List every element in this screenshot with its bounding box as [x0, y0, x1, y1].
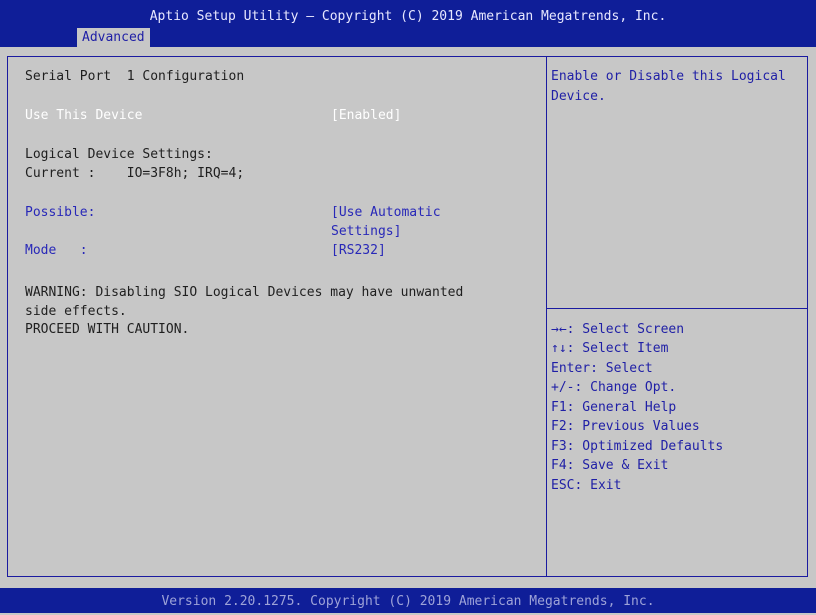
- help-description-line1: Enable or Disable this Logical: [551, 69, 786, 84]
- possible-label[interactable]: Possible:: [25, 203, 95, 222]
- key-help-select-item: ↑↓: Select Item: [551, 341, 669, 356]
- possible-value-line1[interactable]: [Use Automatic: [331, 203, 441, 222]
- key-help-enter: Enter: Select: [551, 361, 653, 376]
- current-settings: Current : IO=3F8h; IRQ=4;: [25, 166, 245, 181]
- version-footer: Version 2.20.1275. Copyright (C) 2019 Am…: [0, 588, 816, 613]
- panel-divider-vertical: [546, 56, 547, 577]
- key-help-f2: F2: Previous Values: [551, 419, 700, 434]
- use-device-value[interactable]: [Enabled]: [331, 106, 401, 125]
- mode-label[interactable]: Mode :: [25, 241, 88, 260]
- mode-value[interactable]: [RS232]: [331, 241, 386, 260]
- main-frame: [7, 56, 808, 577]
- key-help-f1: F1: General Help: [551, 400, 677, 415]
- title-bar: Aptio Setup Utility – Copyright (C) 2019…: [0, 0, 816, 47]
- app-title: Aptio Setup Utility – Copyright (C) 2019…: [149, 9, 667, 24]
- key-help-f4: F4: Save & Exit: [551, 458, 669, 473]
- possible-value-line2[interactable]: Settings]: [331, 222, 401, 241]
- warning-line-1: WARNING: Disabling SIO Logical Devices m…: [25, 285, 464, 300]
- warning-line-2: side effects.: [25, 304, 127, 319]
- key-help-esc: ESC: Exit: [551, 478, 622, 493]
- page-heading: Serial Port 1 Configuration: [25, 69, 245, 84]
- key-help-change-opt: +/-: Change Opt.: [551, 380, 677, 395]
- tab-advanced[interactable]: Advanced: [77, 28, 150, 47]
- key-help-select-screen: →←: Select Screen: [551, 322, 685, 337]
- key-help-f3: F3: Optimized Defaults: [551, 439, 724, 454]
- use-device-label[interactable]: Use This Device: [25, 106, 142, 125]
- logical-settings-heading: Logical Device Settings:: [25, 147, 213, 162]
- help-description-line2: Device.: [551, 89, 606, 104]
- warning-line-3: PROCEED WITH CAUTION.: [25, 322, 190, 337]
- help-divider-horizontal: [546, 308, 808, 309]
